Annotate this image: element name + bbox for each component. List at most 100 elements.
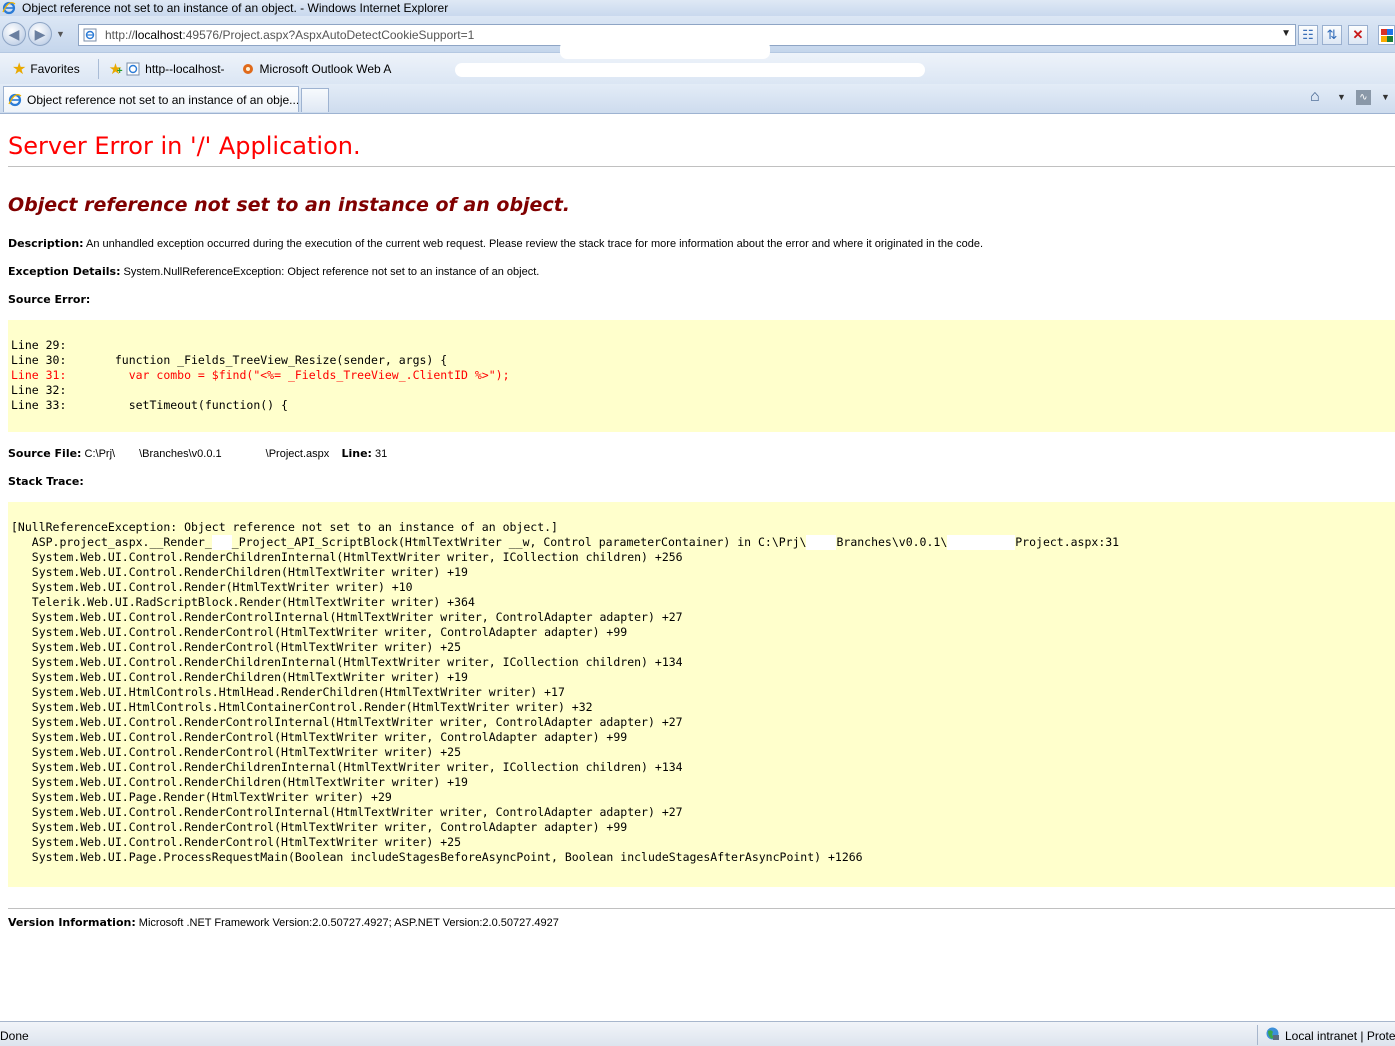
stack-frame: System.Web.UI.Control.RenderChildren(Htm… (11, 775, 468, 789)
favorites-label: Favorites (30, 61, 80, 76)
source-line: Line 31: (11, 368, 74, 382)
stack-frame: System.Web.UI.Control.RenderControl(Html… (11, 640, 462, 654)
feeds-dropdown-icon[interactable]: ▼ (1381, 92, 1390, 102)
stack-frame: System.Web.UI.Control.RenderControlInter… (11, 610, 683, 624)
source-error-box: Line 29: Line 30: function _Fields_TreeV… (8, 320, 1395, 432)
compatibility-view-button[interactable]: ☷ (1298, 25, 1318, 45)
local-intranet-globe-icon[interactable] (1265, 1026, 1280, 1041)
source-file-label: Source File: (8, 447, 82, 460)
home-icon[interactable]: ⌂ (1310, 88, 1320, 106)
source-line: Line 32: (11, 383, 74, 397)
source-file-path: C:\Prj\ (84, 448, 116, 460)
status-text: Done (0, 1029, 29, 1043)
source-line-code: var combo = $find("<%= _Fields_TreeView_… (73, 368, 510, 382)
divider (8, 908, 1395, 909)
stack-frame: ASP.project_aspx.__Render_ _Project_API_… (11, 535, 1120, 550)
version-information-line: Version Information: Microsoft .NET Fram… (8, 916, 559, 929)
source-file-path: \Project.aspx (265, 448, 330, 460)
version-information-label: Version Information: (8, 916, 136, 929)
page-icon (83, 28, 97, 42)
stack-frame: System.Web.UI.Control.Render(HtmlTextWri… (11, 580, 413, 594)
stack-frame: System.Web.UI.Control.RenderControl(Html… (11, 730, 628, 744)
status-separator (1257, 1025, 1258, 1045)
favorite-link-label: http--localhost- (145, 61, 225, 76)
source-line-code: function _Fields_TreeView_Resize(sender,… (73, 353, 448, 367)
internet-explorer-icon (2, 1, 16, 15)
stack-frame: System.Web.UI.Control.RenderChildren(Htm… (11, 565, 468, 579)
stack-trace-label: Stack Trace: (8, 475, 84, 488)
add-to-favorites-bar-icon[interactable]: ★ + (109, 60, 123, 78)
stack-frame: System.Web.UI.Control.RenderControl(Html… (11, 745, 462, 759)
favorites-button[interactable]: ★ Favorites (12, 59, 80, 79)
source-line: Line 30: (11, 353, 74, 367)
stack-frame: System.Web.UI.Control.RenderChildren(Htm… (11, 670, 468, 684)
line-number: 31 (375, 448, 388, 460)
internet-explorer-icon (8, 93, 22, 106)
forward-arrow-icon: ▶ (34, 25, 46, 42)
redaction-mark (211, 535, 232, 550)
line-label: Line: (341, 447, 372, 460)
stack-frames: System.Web.UI.Control.RenderChildrenInte… (11, 550, 863, 864)
stack-frame: System.Web.UI.Control.RenderChildrenInte… (11, 550, 683, 564)
source-file-line: Source File: C:\Prj\ \Branches\v0.0.1 \P… (8, 447, 387, 460)
stop-icon: ✕ (1352, 27, 1364, 42)
stack-frame: System.Web.UI.Control.RenderControlInter… (11, 805, 683, 819)
stack-frame: System.Web.UI.Control.RenderChildrenInte… (11, 655, 683, 669)
exception-details-text: System.NullReferenceException: Object re… (123, 266, 540, 278)
refresh-icon: ⇅ (1326, 27, 1338, 42)
back-button[interactable]: ◀ (2, 22, 26, 46)
stack-frame: System.Web.UI.Page.Render(HtmlTextWriter… (11, 790, 392, 804)
status-bar: Done Local intranet | Prote (0, 1021, 1395, 1046)
feeds-icon[interactable]: ∿ (1356, 90, 1371, 105)
description-line: Description: An unhandled exception occu… (8, 237, 983, 250)
stack-frame: System.Web.UI.Page.ProcessRequestMain(Bo… (11, 850, 863, 864)
stack-frame: System.Web.UI.Control.RenderControl(Html… (11, 625, 628, 639)
exception-details-line: Exception Details: System.NullReferenceE… (8, 265, 539, 278)
favorites-separator (97, 58, 99, 79)
exception-details-label: Exception Details: (8, 265, 121, 278)
page-content: Server Error in '/' Application. Object … (0, 115, 1395, 1021)
stack-frame: System.Web.UI.Control.RenderControl(Html… (11, 835, 462, 849)
ie-page-icon (126, 62, 140, 75)
source-line: Line 29: (11, 338, 74, 352)
favorite-link-label: Microsoft Outlook Web A (259, 61, 392, 76)
new-tab-button[interactable] (301, 88, 329, 112)
stack-frame: System.Web.UI.HtmlControls.HtmlContainer… (11, 700, 593, 714)
stack-trace-box: [NullReferenceException: Object referenc… (8, 502, 1395, 887)
stop-button[interactable]: ✕ (1348, 25, 1368, 45)
tab-active[interactable]: Object reference not set to an instance … (3, 86, 299, 112)
address-dropdown-icon[interactable]: ▼ (1281, 28, 1291, 39)
address-url[interactable]: http://localhost:49576/Project.aspx?Aspx… (105, 28, 474, 42)
recent-pages-dropdown-icon[interactable]: ▼ (56, 29, 65, 39)
source-error-label: Source Error: (8, 293, 91, 306)
stack-frame: System.Web.UI.Control.RenderControlInter… (11, 715, 683, 729)
forward-button[interactable]: ▶ (28, 22, 52, 46)
stack-trace-header: [NullReferenceException: Object referenc… (11, 520, 558, 534)
version-information-text: Microsoft .NET Framework Version:2.0.507… (138, 917, 559, 929)
search-provider-icon[interactable] (1378, 25, 1395, 45)
source-code: Line 29: Line 30: function _Fields_TreeV… (11, 338, 1395, 413)
divider (8, 166, 1395, 167)
favorite-link-outlook[interactable]: Microsoft Outlook Web A (241, 61, 392, 76)
security-zone-text[interactable]: Local intranet | Prote (1285, 1029, 1395, 1043)
redaction-mark (806, 535, 837, 550)
window-title-bar: Object reference not set to an instance … (0, 0, 1395, 16)
description-text: An unhandled exception occurred during t… (86, 238, 984, 250)
favorite-link-localhost[interactable]: http--localhost- (126, 61, 225, 76)
server-error-title: Server Error in '/' Application. (8, 132, 361, 160)
stack-trace-heading: Stack Trace: (8, 475, 84, 488)
error-message: Object reference not set to an instance … (8, 194, 571, 216)
favorites-bar: ★ Favorites ★ + http--localhost- Microsof… (0, 41, 1395, 84)
source-file-path: \Branches\v0.0.1 (139, 448, 222, 460)
source-line-code: setTimeout(function() { (73, 398, 288, 412)
stack-frame: Telerik.Web.UI.RadScriptBlock.Render(Htm… (11, 595, 475, 609)
refresh-button[interactable]: ⇅ (1322, 25, 1342, 45)
tab-label: Object reference not set to an instance … (27, 92, 299, 107)
source-error-heading: Source Error: (8, 293, 90, 306)
favorites-star-icon: ★ (12, 60, 27, 78)
window-title: Object reference not set to an instance … (22, 1, 449, 15)
back-arrow-icon: ◀ (8, 25, 20, 42)
description-label: Description: (8, 237, 84, 250)
redaction-mark (560, 41, 770, 59)
home-dropdown-icon[interactable]: ▼ (1337, 92, 1346, 102)
